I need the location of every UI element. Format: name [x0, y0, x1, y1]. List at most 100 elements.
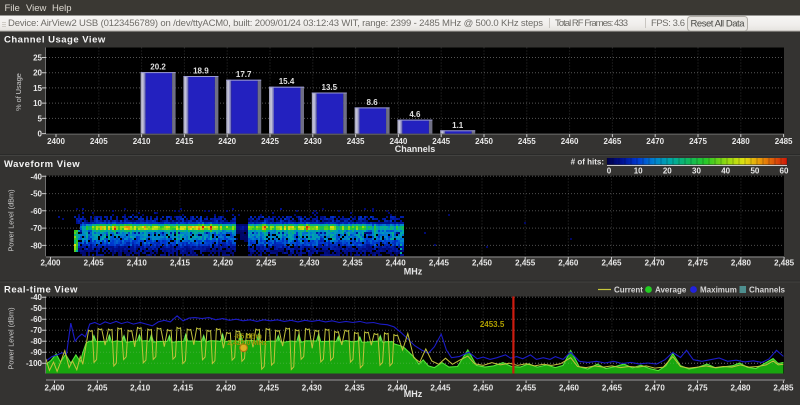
- svg-text:2430: 2430: [304, 137, 322, 146]
- svg-text:2,415: 2,415: [173, 384, 194, 393]
- svg-text:50: 50: [750, 167, 759, 176]
- svg-text:% of Usage: % of Usage: [14, 73, 23, 111]
- svg-text:2,445: 2,445: [429, 259, 450, 268]
- svg-text:2420: 2420: [218, 137, 236, 146]
- svg-text:-80: -80: [30, 337, 42, 346]
- svg-text:2,485: 2,485: [773, 384, 794, 393]
- svg-text:2,430: 2,430: [302, 384, 323, 393]
- svg-text:18.9: 18.9: [193, 67, 209, 76]
- svg-text:2,475: 2,475: [688, 384, 709, 393]
- svg-text:17.7: 17.7: [236, 70, 252, 79]
- svg-text:Total RF Frames: 433: Total RF Frames: 433: [555, 18, 628, 29]
- svg-text:2400: 2400: [47, 137, 65, 146]
- svg-text:Power Level (dBm): Power Level (dBm): [7, 307, 16, 369]
- svg-text:2,460: 2,460: [559, 384, 580, 393]
- svg-text:Help: Help: [52, 3, 72, 14]
- svg-text:20: 20: [33, 69, 42, 78]
- svg-text:2,400: 2,400: [40, 259, 61, 268]
- svg-text:Channels: Channels: [749, 286, 786, 295]
- svg-text:8.6: 8.6: [367, 98, 379, 107]
- svg-text:2,420: 2,420: [216, 384, 237, 393]
- svg-text:2,475: 2,475: [688, 259, 709, 268]
- svg-text:Maximum: Maximum: [700, 286, 737, 295]
- svg-text:View: View: [26, 3, 47, 14]
- svg-text:-70: -70: [30, 224, 42, 233]
- svg-text:20: 20: [663, 167, 672, 176]
- svg-text:2,415: 2,415: [170, 259, 191, 268]
- svg-text:2460: 2460: [561, 137, 579, 146]
- svg-text:Waveform View: Waveform View: [4, 159, 80, 170]
- svg-text:2,410: 2,410: [130, 384, 151, 393]
- svg-text:-80: -80: [30, 241, 42, 250]
- svg-text:2450: 2450: [475, 137, 493, 146]
- svg-text:# of hits:: # of hits:: [571, 158, 604, 167]
- svg-text:2465: 2465: [604, 137, 622, 146]
- svg-text:0: 0: [38, 130, 43, 139]
- svg-text:2,485: 2,485: [774, 259, 795, 268]
- svg-text:15: 15: [33, 84, 42, 93]
- svg-text:2,420: 2,420: [213, 259, 234, 268]
- svg-text:MHz: MHz: [404, 389, 423, 399]
- svg-text:10: 10: [634, 167, 643, 176]
- svg-text:4.6: 4.6: [409, 110, 421, 119]
- svg-text:2,480: 2,480: [730, 384, 751, 393]
- svg-text:2405: 2405: [90, 137, 108, 146]
- svg-text:Reset All Data: Reset All Data: [691, 19, 746, 30]
- svg-text:-50: -50: [30, 190, 42, 199]
- svg-text:Device: AirView2 USB (01234567: Device: AirView2 USB (0123456789) on /de…: [8, 18, 543, 29]
- svg-text:2435: 2435: [347, 137, 365, 146]
- svg-text:Current: Current: [614, 286, 643, 295]
- svg-text:20.2: 20.2: [150, 63, 166, 72]
- svg-text:40: 40: [721, 167, 730, 176]
- svg-text:2425: 2425: [261, 137, 279, 146]
- svg-text:2,480: 2,480: [731, 259, 752, 268]
- svg-text:2455: 2455: [518, 137, 536, 146]
- svg-text:-60: -60: [30, 207, 42, 216]
- svg-text:2,425: 2,425: [256, 259, 277, 268]
- svg-text:25: 25: [33, 54, 42, 63]
- svg-text:2,455: 2,455: [516, 384, 537, 393]
- svg-text:60: 60: [780, 167, 789, 176]
- svg-text:2,450: 2,450: [473, 384, 494, 393]
- svg-text:-90: -90: [30, 348, 42, 357]
- svg-text:2,450: 2,450: [472, 259, 493, 268]
- svg-text:13.5: 13.5: [322, 83, 338, 92]
- svg-text:2,465: 2,465: [601, 259, 622, 268]
- svg-text:15.4: 15.4: [279, 77, 295, 86]
- svg-text:-50: -50: [30, 304, 42, 313]
- svg-text:2410: 2410: [133, 137, 151, 146]
- svg-text:2470: 2470: [646, 137, 664, 146]
- svg-text:2,405: 2,405: [87, 384, 108, 393]
- svg-text:-60: -60: [30, 315, 42, 324]
- svg-text:Channel Usage View: Channel Usage View: [4, 35, 106, 46]
- svg-text:30: 30: [692, 167, 701, 176]
- svg-text:2,435: 2,435: [345, 384, 366, 393]
- svg-text:2,422.0 MHz: 2,422.0 MHz: [227, 340, 267, 347]
- svg-text:MHz: MHz: [404, 267, 423, 277]
- svg-text:2,470: 2,470: [645, 384, 666, 393]
- svg-text:-70: -70: [30, 326, 42, 335]
- svg-text:0: 0: [607, 167, 612, 176]
- svg-text:2,445: 2,445: [430, 384, 451, 393]
- svg-text:2,460: 2,460: [558, 259, 579, 268]
- svg-text:2,455: 2,455: [515, 259, 536, 268]
- svg-text:2453.5: 2453.5: [480, 320, 505, 329]
- svg-text:-40: -40: [30, 293, 42, 302]
- svg-text:2,430: 2,430: [299, 259, 320, 268]
- svg-text:10: 10: [33, 99, 42, 108]
- svg-text:1.1: 1.1: [452, 121, 464, 130]
- svg-text:5: 5: [38, 114, 43, 123]
- svg-text:2,410: 2,410: [127, 259, 148, 268]
- svg-text:2,405: 2,405: [84, 259, 105, 268]
- svg-text:2480: 2480: [732, 137, 750, 146]
- svg-text:2475: 2475: [689, 137, 707, 146]
- svg-text:2415: 2415: [176, 137, 194, 146]
- svg-text:2,435: 2,435: [343, 259, 364, 268]
- svg-text:2,465: 2,465: [602, 384, 623, 393]
- svg-text:File: File: [5, 3, 20, 14]
- svg-text:2,400: 2,400: [44, 384, 65, 393]
- svg-text:2,470: 2,470: [645, 259, 666, 268]
- svg-text:-40: -40: [30, 172, 42, 181]
- svg-text:2485: 2485: [775, 137, 793, 146]
- svg-text:Average: Average: [655, 286, 687, 295]
